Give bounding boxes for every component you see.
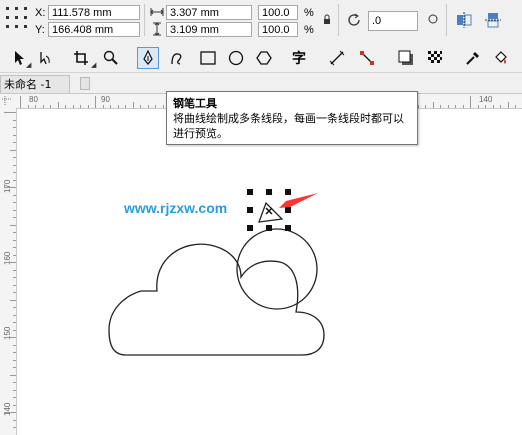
circle-shape [236,228,318,310]
tooltip-description: 将曲线绘制成多条线段，每画一条线段时都可以进行预览。 [173,112,404,140]
red-arrow [279,193,318,208]
watermark: www.rjzxw.com [124,200,228,216]
drawing-layer [108,189,325,356]
center-mark [265,207,273,215]
pen-tool-tooltip: 钢笔工具 将曲线绘制成多条线段，每画一条线段时都可以进行预览。 [166,91,418,145]
tooltip-title: 钢笔工具 [173,97,217,110]
cloud-shape [108,243,325,356]
